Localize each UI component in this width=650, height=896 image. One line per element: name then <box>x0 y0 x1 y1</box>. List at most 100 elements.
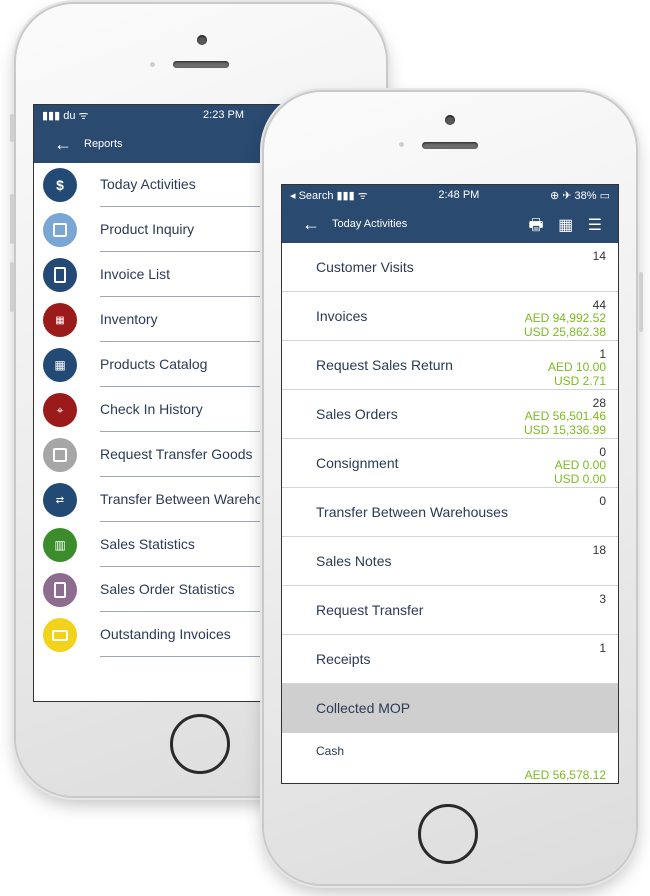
section-label: Collected MOP <box>316 700 411 716</box>
nav-bar: ← Today Activities 🖶 ▦ ☰ <box>282 205 618 243</box>
list-item-request-transfer-goods[interactable]: Request Transfer Goods <box>34 433 292 477</box>
row-label: Invoices <box>316 308 368 324</box>
map-icon: ⌖ <box>43 393 77 427</box>
back-arrow-icon[interactable]: ← <box>54 135 72 153</box>
row-count: 1 <box>599 641 606 655</box>
row-count: 3 <box>599 592 606 606</box>
volume-up-button <box>10 194 14 244</box>
list-item-label: Inventory <box>100 311 158 327</box>
grid-icon: ▦ <box>43 348 77 382</box>
briefcase-icon <box>43 618 77 652</box>
speaker-grille <box>173 61 229 68</box>
activity-row-consignment[interactable]: Consignment 0 AED 0.00 USD 0.00 <box>282 439 618 488</box>
row-usd: USD 2.71 <box>553 374 606 388</box>
row-label: Request Sales Return <box>316 357 453 373</box>
activity-row-transfer-between-warehouses[interactable]: Transfer Between Warehouses 0 <box>282 488 618 537</box>
warehouse-icon: ▦ <box>43 303 77 337</box>
cash-label: Cash <box>316 744 345 758</box>
row-usd: USD 25,862.38 <box>523 325 606 339</box>
transfer-icon <box>43 438 77 472</box>
list-item-label: Sales Order Statistics <box>100 581 235 597</box>
status-time: 2:23 PM <box>203 109 244 121</box>
front-phone-screen: ◂ Search ▮▮▮ ᯤ 2:48 PM ⊕ ✈ 38% ▭ ← Today… <box>281 184 619 784</box>
activity-row-sales-orders[interactable]: Sales Orders 28 AED 56,501.46 USD 15,336… <box>282 390 618 439</box>
row-count: 44 <box>592 298 606 312</box>
cash-amount: AED 56,578.12 <box>524 768 606 782</box>
row-count: 28 <box>592 396 606 410</box>
row-count: 0 <box>599 494 606 508</box>
box-icon <box>43 213 77 247</box>
row-label: Receipts <box>316 651 371 667</box>
side-button <box>10 114 14 142</box>
front-camera-icon <box>445 115 455 125</box>
activity-row-customer-visits[interactable]: Customer Visits 14 <box>282 243 618 292</box>
list-item-label: Outstanding Invoices <box>100 626 231 642</box>
activity-row-invoices[interactable]: Invoices 44 AED 94,992.52 USD 25,862.38 <box>282 292 618 341</box>
list-item-label: Products Catalog <box>100 356 208 372</box>
back-phone-screen: ▮▮▮ du ᯤ 2:23 PM ← Reports $ Today Activ… <box>33 104 293 702</box>
carrier-text: ▮▮▮ du ᯤ <box>42 109 89 122</box>
list-item-invoice-list[interactable]: Invoice List <box>34 253 292 297</box>
row-count: 18 <box>592 543 606 557</box>
list-item-sales-order-statistics[interactable]: Sales Order Statistics <box>34 568 292 612</box>
print-icon[interactable]: 🖶 <box>529 214 544 241</box>
row-usd: USD 15,336.99 <box>523 423 606 437</box>
money-icon: $ <box>43 168 77 202</box>
row-aed: AED 56,501.46 <box>524 409 606 423</box>
list-item-check-in-history[interactable]: ⌖ Check In History <box>34 388 292 432</box>
list-item-label: Today Activities <box>100 176 196 192</box>
status-bar: ▮▮▮ du ᯤ 2:23 PM <box>34 105 292 125</box>
volume-down-button <box>10 262 14 312</box>
list-item-products-catalog[interactable]: ▦ Products Catalog <box>34 343 292 387</box>
list-item-transfer-between-warehouses[interactable]: ⇄ Transfer Between Wareho <box>34 478 292 522</box>
page-title: Reports <box>84 138 123 150</box>
list-item-label: Check In History <box>100 401 203 417</box>
header-actions: 🖶 ▦ ☰ <box>519 214 602 241</box>
chart-icon: ▥ <box>43 528 77 562</box>
activity-row-sales-notes[interactable]: Sales Notes 18 <box>282 537 618 586</box>
back-arrow-icon[interactable]: ← <box>302 215 320 233</box>
front-phone-frame: ◂ Search ▮▮▮ ᯤ 2:48 PM ⊕ ✈ 38% ▭ ← Today… <box>264 92 643 884</box>
status-time: 2:48 PM <box>438 189 480 201</box>
status-right: ⊕ ✈ 38% ▭ <box>549 189 610 202</box>
row-aed: AED 10.00 <box>547 360 606 374</box>
row-usd: USD 0.00 <box>553 472 606 486</box>
row-label: Sales Notes <box>316 553 392 569</box>
row-aed: AED 0.00 <box>554 458 606 472</box>
home-button[interactable] <box>418 804 478 864</box>
list-item-outstanding-invoices[interactable]: Outstanding Invoices <box>34 613 292 657</box>
page-title: Today Activities <box>332 218 408 230</box>
activity-row-request-transfer[interactable]: Request Transfer 3 <box>282 586 618 635</box>
status-left: ◂ Search ▮▮▮ ᯤ <box>290 189 368 202</box>
sensor-icon <box>399 142 404 147</box>
row-label: Sales Orders <box>316 406 398 422</box>
activity-row-receipts[interactable]: Receipts 1 <box>282 635 618 684</box>
list-item-label: Invoice List <box>100 266 171 282</box>
list-item-today-activities[interactable]: $ Today Activities <box>34 163 292 207</box>
power-button <box>639 272 643 332</box>
row-count: 0 <box>599 445 606 459</box>
reports-list: $ Today Activities Product Inquiry Invoi… <box>34 163 292 701</box>
warehouses-icon: ⇄ <box>43 483 77 517</box>
list-item-sales-statistics[interactable]: ▥ Sales Statistics <box>34 523 292 567</box>
row-label: Transfer Between Warehouses <box>316 504 508 520</box>
status-bar: ◂ Search ▮▮▮ ᯤ 2:48 PM ⊕ ✈ 38% ▭ <box>282 185 618 205</box>
front-camera-icon <box>197 35 207 45</box>
nav-bar: ← Reports <box>34 125 292 163</box>
row-count: 14 <box>592 249 606 263</box>
home-button[interactable] <box>170 714 230 774</box>
row-count: 1 <box>599 347 606 361</box>
calendar-icon[interactable]: ▦ <box>558 215 573 235</box>
sensor-icon <box>150 62 155 67</box>
activity-row-request-sales-return[interactable]: Request Sales Return 1 AED 10.00 USD 2.7… <box>282 341 618 390</box>
row-label: Consignment <box>316 455 399 471</box>
speaker-grille <box>422 142 478 149</box>
list-item-label: Request Transfer Goods <box>100 446 253 462</box>
cash-row[interactable]: Cash AED 56,578.12 <box>282 733 618 783</box>
menu-icon[interactable]: ☰ <box>588 215 602 235</box>
activities-list: Customer Visits 14 Invoices 44 AED 94,99… <box>282 243 618 783</box>
list-item-product-inquiry[interactable]: Product Inquiry <box>34 208 292 252</box>
section-header-collected-mop: Collected MOP <box>282 684 618 733</box>
document-icon <box>43 573 77 607</box>
list-item-inventory[interactable]: ▦ Inventory <box>34 298 292 342</box>
